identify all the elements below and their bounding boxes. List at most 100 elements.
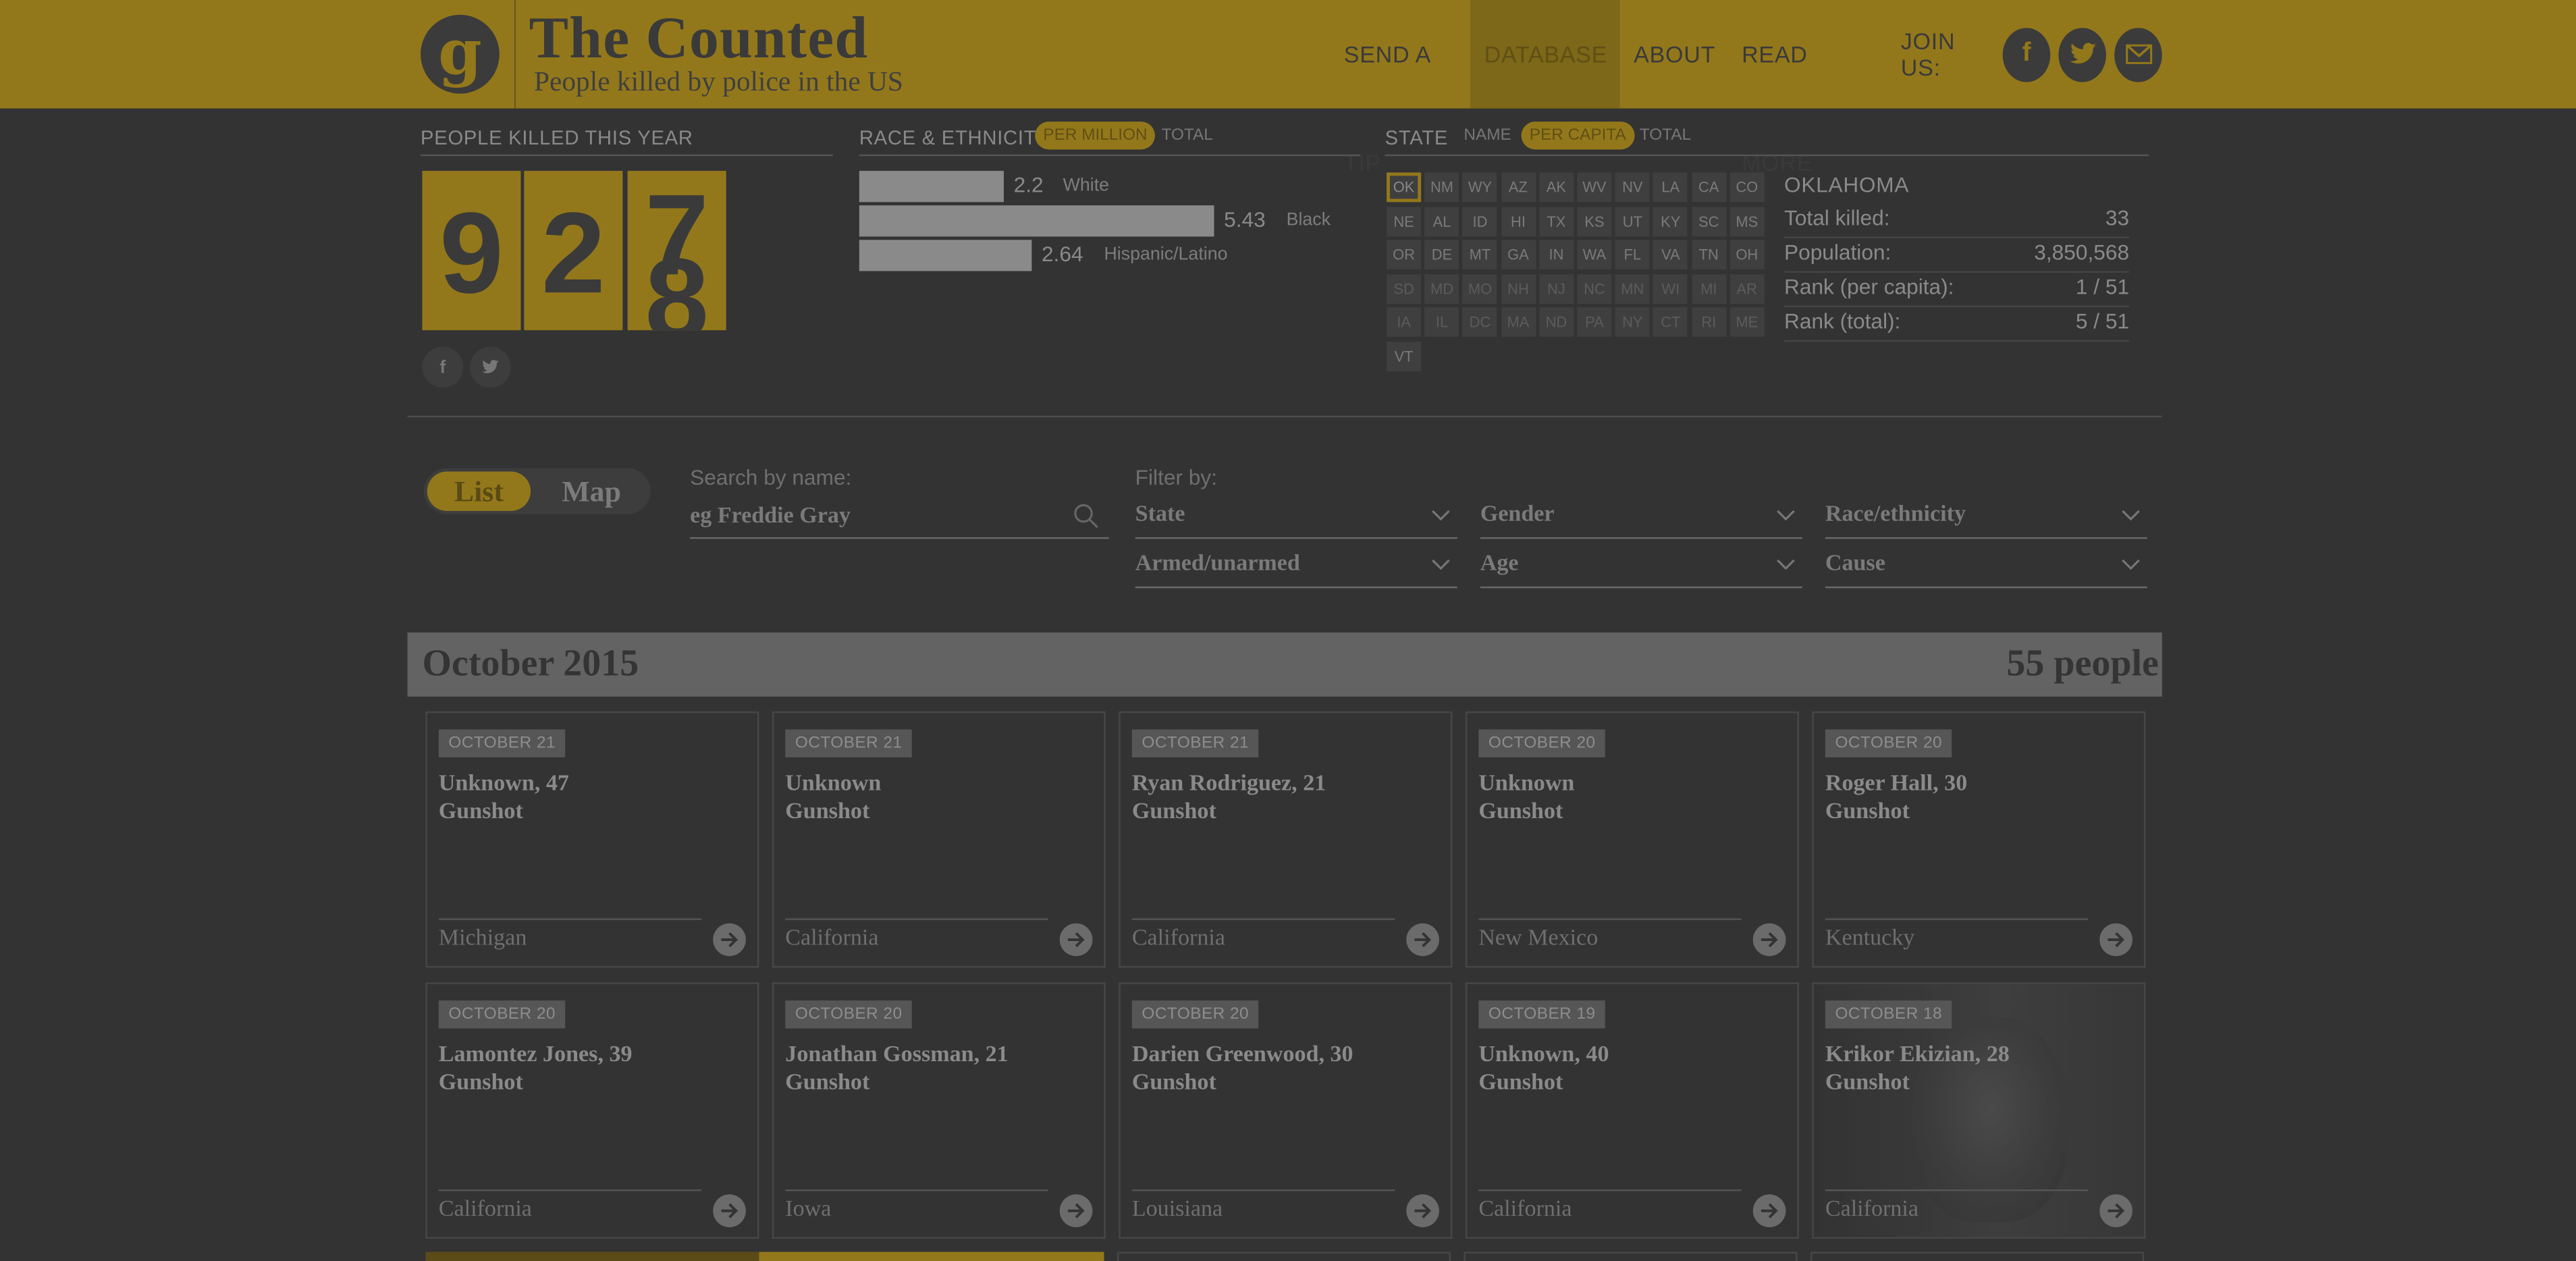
facebook-icon[interactable]: f bbox=[2002, 27, 2051, 82]
state-cell-nj[interactable]: NJ bbox=[1538, 273, 1574, 304]
arrow-right-icon[interactable] bbox=[1406, 1194, 1439, 1227]
state-cell-id[interactable]: ID bbox=[1462, 206, 1498, 236]
state-cell-nm[interactable]: NM bbox=[1424, 172, 1459, 203]
card-cause: Gunshot bbox=[785, 1071, 870, 1096]
twitter-icon[interactable] bbox=[470, 346, 511, 388]
guardian-logo[interactable]: g bbox=[408, 0, 516, 109]
state-cell-wv[interactable]: WV bbox=[1577, 172, 1612, 203]
state-cell-az[interactable]: AZ bbox=[1501, 172, 1536, 203]
state-cell-il[interactable]: IL bbox=[1424, 307, 1459, 337]
state-cell-sd[interactable]: SD bbox=[1387, 273, 1422, 304]
state-cell-nh[interactable]: NH bbox=[1501, 273, 1536, 304]
state-cell-mo[interactable]: MO bbox=[1462, 273, 1498, 304]
nav-about[interactable]: ABOUT bbox=[1621, 0, 1729, 109]
state-cell-ak[interactable]: AK bbox=[1538, 172, 1574, 203]
toggle-state-total[interactable]: TOTAL bbox=[1632, 122, 1700, 149]
victim-card[interactable]: OCTOBER 20 Darien Greenwood, 30 Gunshot Lou… bbox=[1119, 982, 1453, 1239]
map-view-button[interactable]: Map bbox=[542, 471, 641, 510]
state-cell-dc[interactable]: DC bbox=[1462, 307, 1498, 337]
state-cell-wy[interactable]: WY bbox=[1462, 172, 1498, 203]
state-cell-hi[interactable]: HI bbox=[1501, 206, 1536, 236]
state-cell-md[interactable]: MD bbox=[1424, 273, 1459, 304]
state-cell-va[interactable]: VA bbox=[1653, 240, 1688, 270]
nav-database[interactable]: DATABASE bbox=[1471, 0, 1621, 109]
arrow-right-icon[interactable] bbox=[2099, 1194, 2132, 1227]
state-cell-ga[interactable]: GA bbox=[1501, 240, 1536, 270]
victim-card[interactable]: OCTOBER 21 Unknown, 47 Gunshot Michigan bbox=[425, 711, 759, 968]
state-cell-sc[interactable]: SC bbox=[1691, 206, 1726, 236]
toggle-state-name[interactable]: NAME bbox=[1455, 122, 1520, 149]
state-cell-mn[interactable]: MN bbox=[1615, 273, 1650, 304]
filter-race-dropdown[interactable]: Race/ethnicity bbox=[1825, 496, 2147, 539]
state-cell-ma[interactable]: MA bbox=[1501, 307, 1536, 337]
list-view-button[interactable]: List bbox=[427, 471, 531, 511]
nav-read-more[interactable]: READ MORE bbox=[1729, 0, 1881, 176]
state-cell-ca[interactable]: CA bbox=[1691, 172, 1726, 203]
state-cell-ne[interactable]: NE bbox=[1387, 206, 1422, 236]
toggle-per-million[interactable]: PER MILLION bbox=[1035, 122, 1156, 150]
state-cell-co[interactable]: CO bbox=[1729, 172, 1765, 203]
state-cell-ut[interactable]: UT bbox=[1615, 206, 1650, 236]
twitter-icon[interactable] bbox=[2058, 27, 2107, 82]
state-cell-nd[interactable]: ND bbox=[1538, 307, 1574, 337]
state-cell-wa[interactable]: WA bbox=[1577, 240, 1612, 270]
state-cell-de[interactable]: DE bbox=[1424, 240, 1459, 270]
state-cell-or[interactable]: OR bbox=[1387, 240, 1422, 270]
state-cell-mi[interactable]: MI bbox=[1691, 273, 1726, 304]
state-cell-la[interactable]: LA bbox=[1653, 172, 1688, 203]
email-icon[interactable] bbox=[2114, 27, 2162, 82]
facebook-icon[interactable]: f bbox=[422, 346, 464, 388]
toggle-per-capita[interactable]: PER CAPITA bbox=[1521, 122, 1634, 150]
filter-gender-dropdown[interactable]: Gender bbox=[1480, 496, 1802, 539]
arrow-right-icon[interactable] bbox=[1752, 923, 1786, 957]
search-input[interactable] bbox=[690, 495, 1109, 539]
state-cell-ks[interactable]: KS bbox=[1577, 206, 1612, 236]
state-cell-al[interactable]: AL bbox=[1424, 206, 1459, 236]
state-cell-nv[interactable]: NV bbox=[1615, 172, 1650, 203]
victim-card[interactable]: OCTOBER 18 Krikor Ekizian, 28 Gunshot Calif… bbox=[1812, 982, 2146, 1239]
state-cell-nc[interactable]: NC bbox=[1577, 273, 1612, 304]
state-cell-ri[interactable]: RI bbox=[1691, 307, 1726, 337]
nav-send-a-tip[interactable]: SEND A TIP bbox=[1331, 0, 1471, 176]
arrow-right-icon[interactable] bbox=[1752, 1194, 1786, 1227]
state-cell-ok[interactable]: OK bbox=[1387, 172, 1422, 203]
filter-state-dropdown[interactable]: State bbox=[1135, 496, 1457, 539]
state-cell-me[interactable]: ME bbox=[1729, 307, 1765, 337]
site-title[interactable]: The Counted bbox=[529, 3, 869, 72]
state-cell-ct[interactable]: CT bbox=[1653, 307, 1688, 337]
toggle-race-total[interactable]: TOTAL bbox=[1153, 122, 1221, 149]
state-cell-ny[interactable]: NY bbox=[1615, 307, 1650, 337]
state-cell-mt[interactable]: MT bbox=[1462, 240, 1498, 270]
arrow-right-icon[interactable] bbox=[1059, 923, 1093, 957]
victim-card[interactable]: OCTOBER 20 Roger Hall, 30 Gunshot Kentucky bbox=[1812, 711, 2146, 968]
search-icon[interactable] bbox=[1073, 503, 1099, 529]
state-cell-in[interactable]: IN bbox=[1538, 240, 1574, 270]
state-cell-fl[interactable]: FL bbox=[1615, 240, 1650, 270]
state-cell-oh[interactable]: OH bbox=[1729, 240, 1765, 270]
state-cell-wi[interactable]: WI bbox=[1653, 273, 1688, 304]
state-cell-pa[interactable]: PA bbox=[1577, 307, 1612, 337]
filter-cause-dropdown[interactable]: Cause bbox=[1825, 545, 2147, 589]
victim-card[interactable]: OCTOBER 20 Unknown Gunshot New Mexico bbox=[1465, 711, 1799, 968]
arrow-right-icon[interactable] bbox=[713, 1194, 746, 1227]
state-cell-tx[interactable]: TX bbox=[1538, 206, 1574, 236]
state-cell-tn[interactable]: TN bbox=[1691, 240, 1726, 270]
arrow-right-icon[interactable] bbox=[713, 923, 746, 957]
state-cell-ia[interactable]: IA bbox=[1387, 307, 1422, 337]
victim-card[interactable]: OCTOBER 20 Jonathan Gossman, 21 Gunshot Iow… bbox=[772, 982, 1106, 1239]
state-cell-ms[interactable]: MS bbox=[1729, 206, 1765, 236]
victim-card[interactable]: OCTOBER 20 Lamontez Jones, 39 Gunshot Calif… bbox=[425, 982, 759, 1239]
arrow-right-icon[interactable] bbox=[1059, 1194, 1093, 1227]
arrow-right-icon[interactable] bbox=[1406, 923, 1439, 957]
state-cell-vt[interactable]: VT bbox=[1387, 340, 1422, 371]
card-cause: Gunshot bbox=[1478, 1071, 1563, 1096]
filter-age-dropdown[interactable]: Age bbox=[1480, 545, 1802, 589]
filter-armed-dropdown[interactable]: Armed/unarmed bbox=[1135, 545, 1457, 589]
victim-card[interactable]: OCTOBER 19 Unknown, 40 Gunshot California bbox=[1465, 982, 1799, 1239]
victim-card[interactable]: OCTOBER 21 Unknown Gunshot California bbox=[772, 711, 1106, 968]
chevron-down-icon bbox=[1432, 510, 1450, 521]
victim-card[interactable]: OCTOBER 21 Ryan Rodriguez, 21 Gunshot Calif… bbox=[1119, 711, 1453, 968]
arrow-right-icon[interactable] bbox=[2099, 923, 2132, 957]
state-cell-ky[interactable]: KY bbox=[1653, 206, 1688, 236]
state-cell-ar[interactable]: AR bbox=[1729, 273, 1765, 304]
